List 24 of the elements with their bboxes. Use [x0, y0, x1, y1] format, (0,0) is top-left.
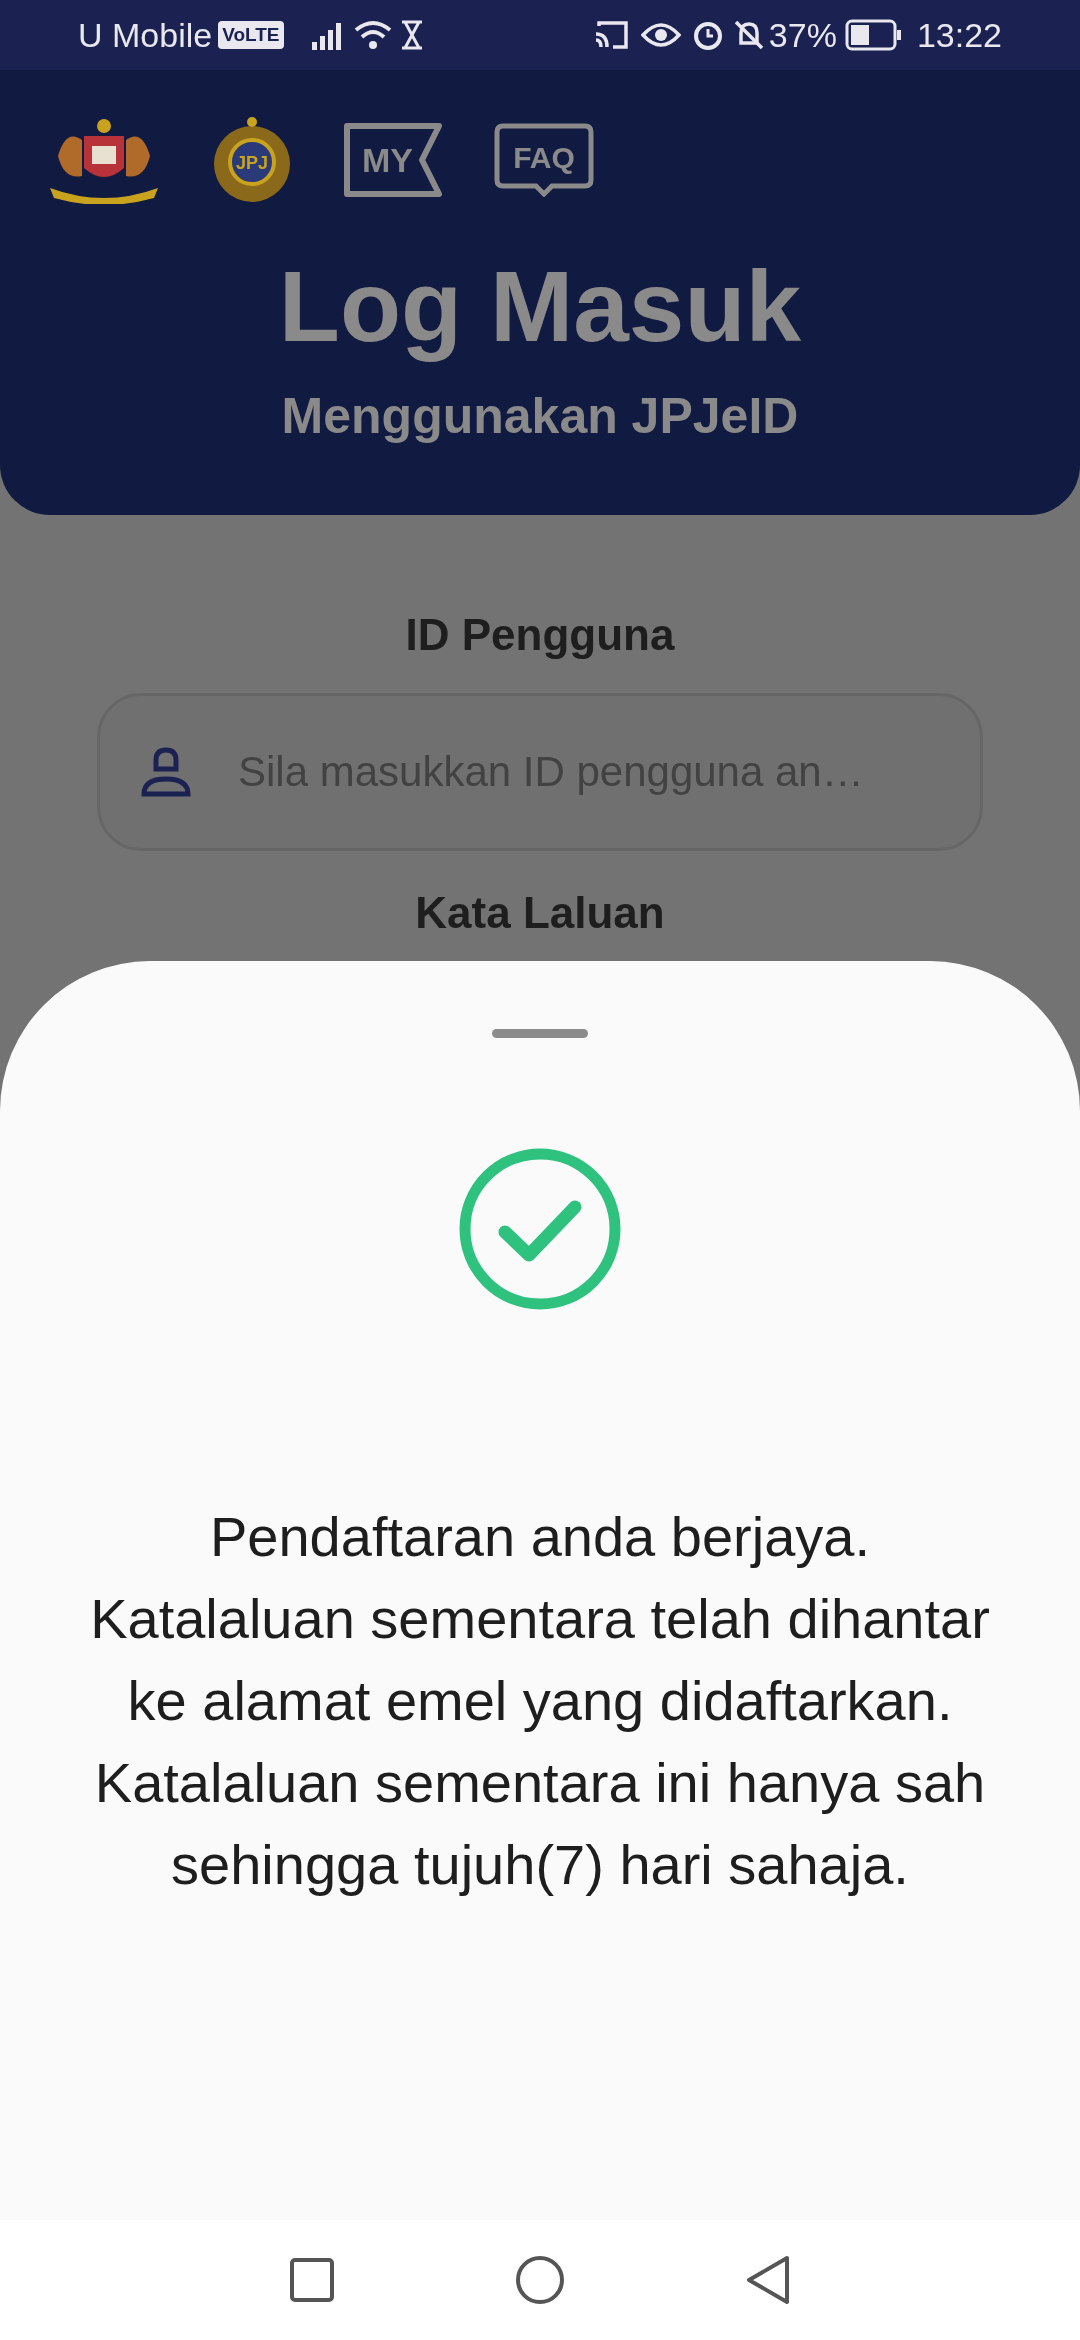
network-badge: VoLTE — [218, 21, 284, 49]
home-icon[interactable] — [515, 2255, 565, 2305]
hourglass-icon — [399, 20, 424, 50]
eye-icon — [640, 21, 681, 49]
field-label: Kata Laluan — [415, 891, 665, 935]
faq-button[interactable]: FAQ — [494, 123, 594, 197]
drag-handle[interactable] — [492, 1029, 588, 1038]
clock-time: 13:22 — [916, 14, 1002, 56]
page-subtitle: Menggunakan JPJeID — [281, 391, 799, 441]
back-icon[interactable] — [745, 2255, 791, 2305]
recents-icon[interactable] — [289, 2257, 335, 2303]
battery-icon — [844, 19, 903, 51]
bell-muted-icon — [732, 19, 765, 51]
success-message: Pendaftaran anda berjaya. — [209, 1504, 871, 1570]
carrier-text: U Mobile — [78, 14, 213, 56]
battery-percent: 37% — [768, 14, 837, 56]
my-button[interactable]: MY — [344, 123, 444, 197]
user-icon — [141, 747, 191, 797]
success-message: Katalaluan sementara telah dihantar ke alamat emel yang didaftarkan. — [89, 1586, 991, 1734]
page-title: Log Masuk — [278, 249, 802, 364]
check-circle-icon — [459, 1148, 621, 1310]
success-message: Katalaluan sementara ini hanya sah sehingga tujuh(7) hari sahaja. — [93, 1750, 987, 1898]
wifi-icon — [353, 20, 392, 50]
field-label: ID Pengguna — [405, 613, 675, 657]
